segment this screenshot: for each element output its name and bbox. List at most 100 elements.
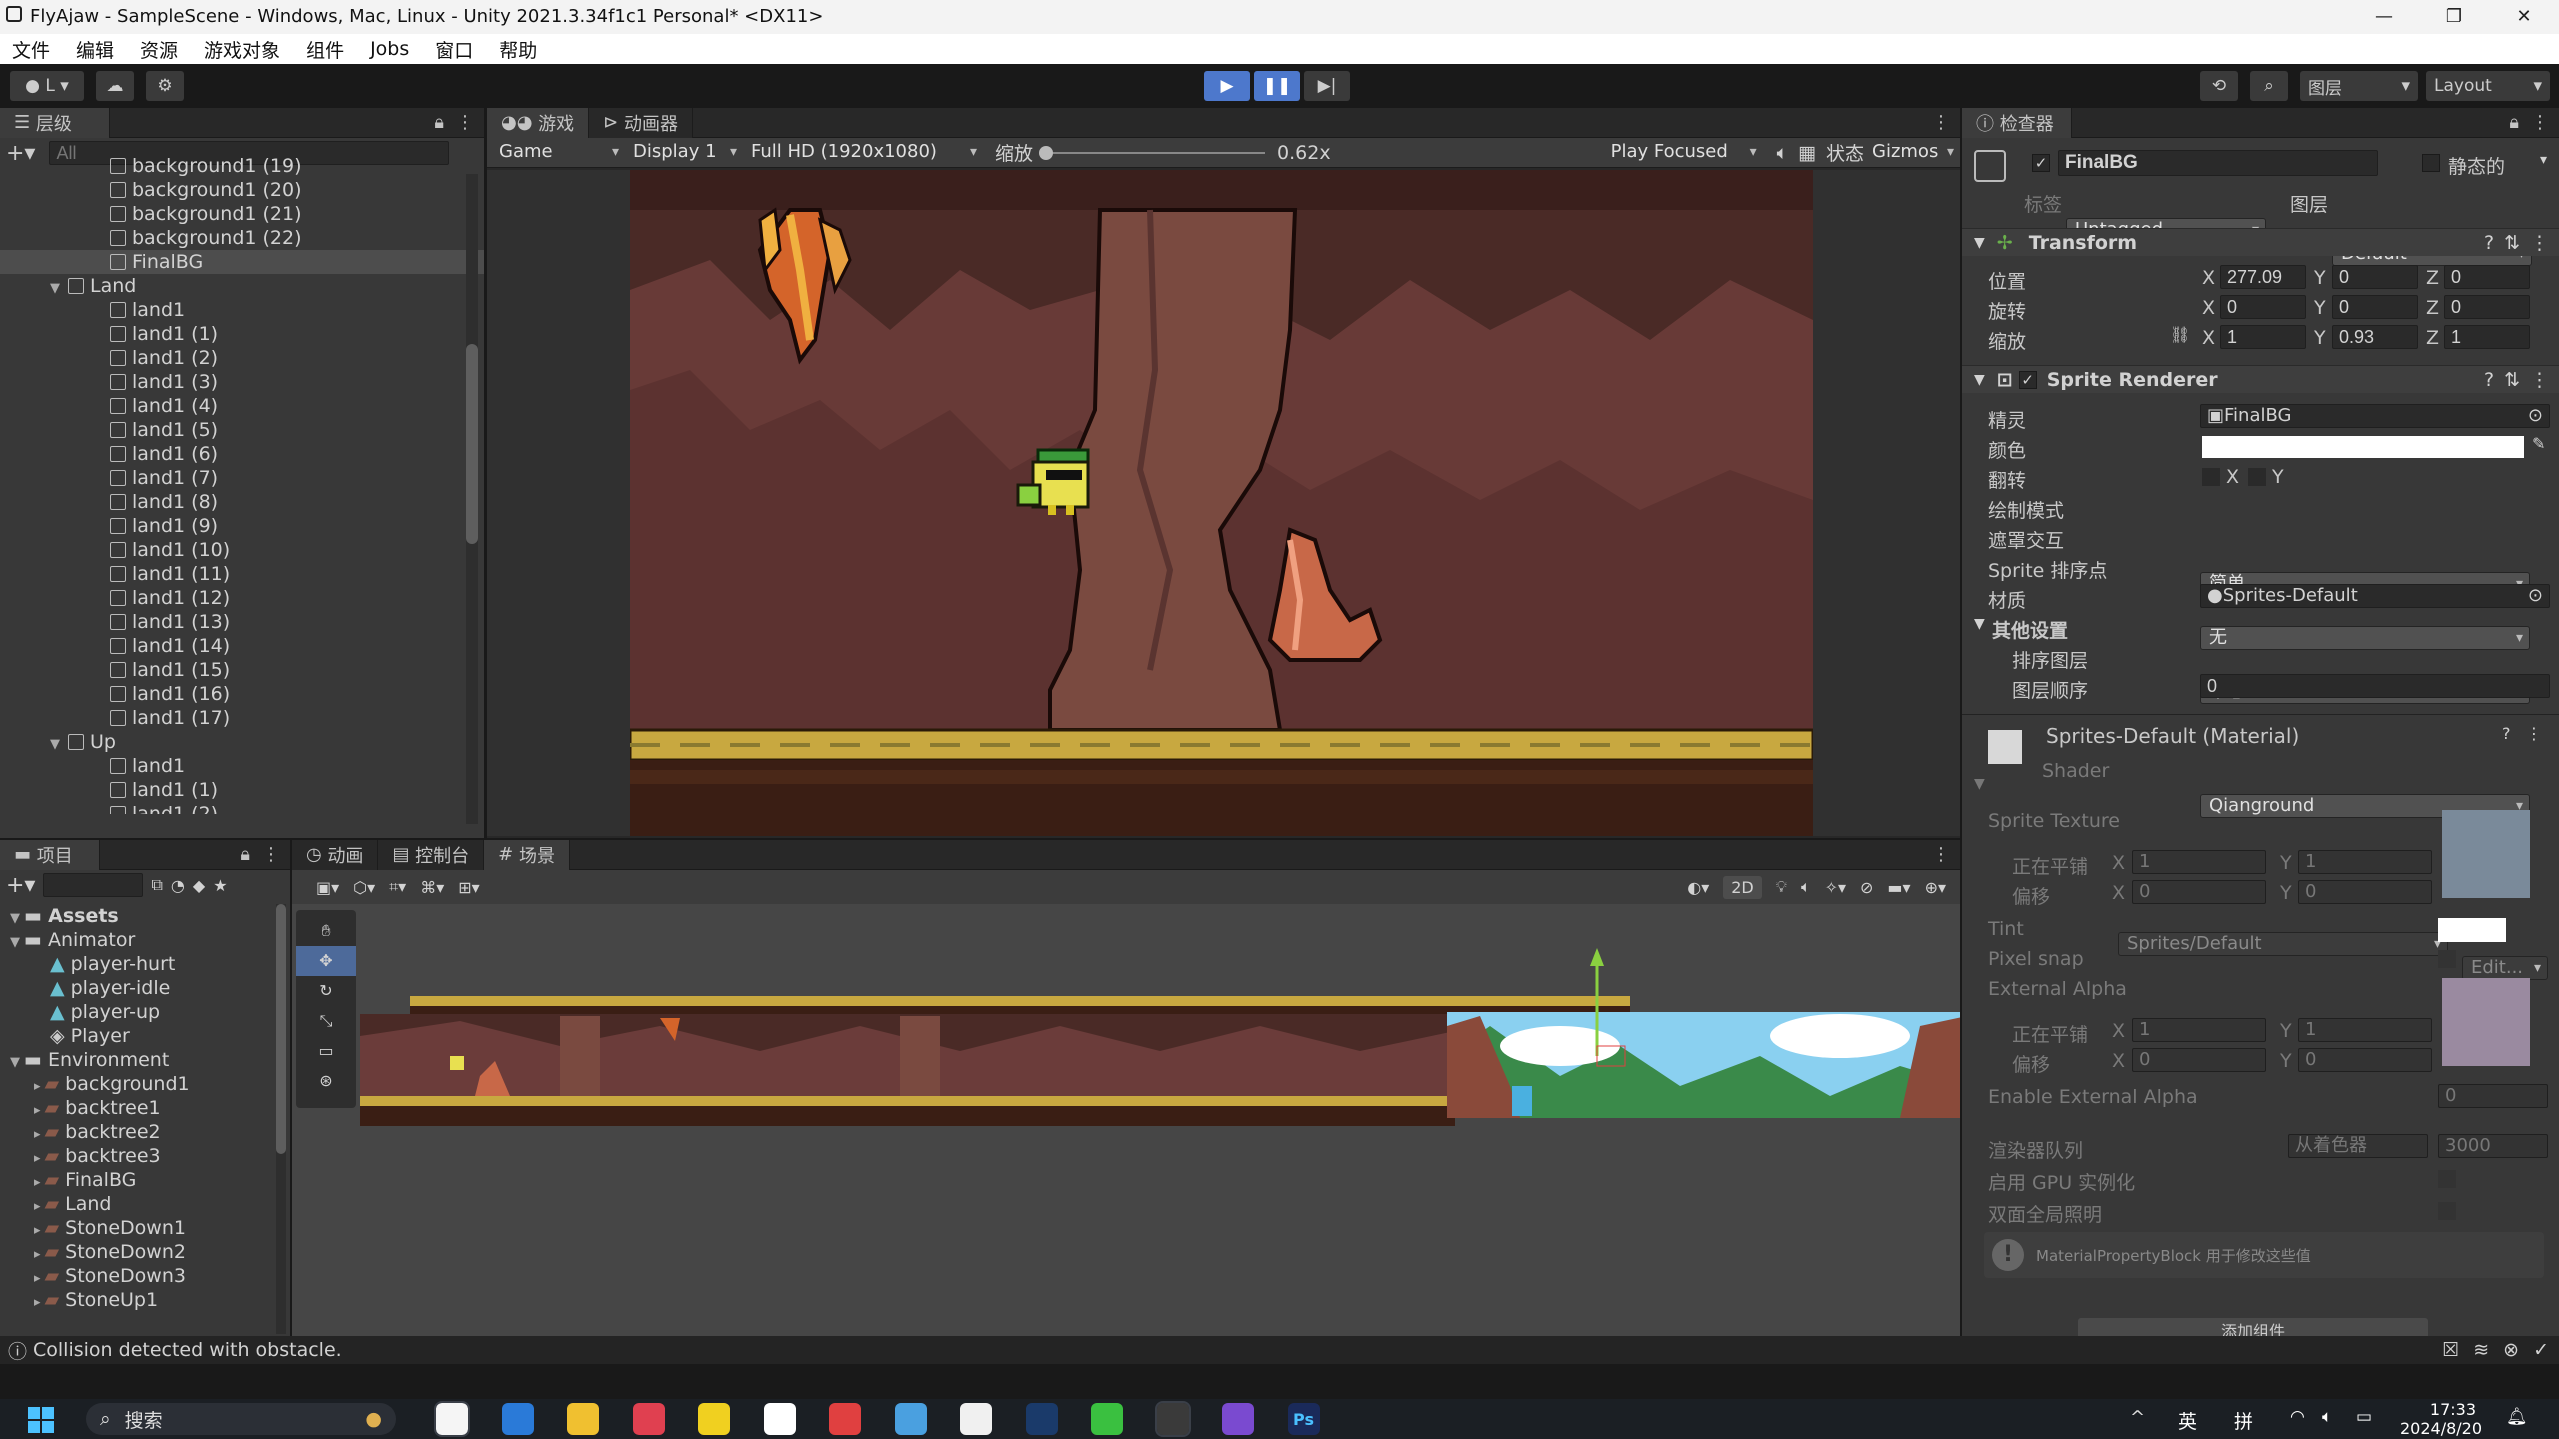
hierarchy-item[interactable]: ▼ Up: [0, 730, 484, 754]
volume-icon[interactable]: 🔈︎: [2322, 1407, 2332, 1427]
chevron-down-icon[interactable]: ▸: [34, 1223, 41, 1238]
file-explorer-icon[interactable]: [567, 1403, 599, 1435]
project-item[interactable]: ▼ ▬ Animator: [0, 928, 290, 952]
hierarchy-item[interactable]: land1: [0, 754, 484, 778]
hierarchy-scrollbar[interactable]: [466, 174, 478, 824]
close-button[interactable]: ✕: [2489, 0, 2559, 34]
hierarchy-item[interactable]: land1 (17): [0, 706, 484, 730]
hierarchy-item[interactable]: land1 (11): [0, 562, 484, 586]
menu-assets[interactable]: 资源: [140, 36, 178, 63]
layout-dropdown[interactable]: Layout ▾: [2426, 71, 2550, 101]
hierarchy-item[interactable]: land1 (2): [0, 346, 484, 370]
taskbar-search[interactable]: ⌕ 搜索 ●: [86, 1403, 396, 1435]
maximize-button[interactable]: ❐: [2419, 0, 2489, 34]
hierarchy-item[interactable]: background1 (21): [0, 202, 484, 226]
render-queue-value-field[interactable]: 3000: [2438, 1134, 2548, 1158]
offset-x-field[interactable]: 0: [2132, 880, 2266, 904]
order-input[interactable]: [2200, 674, 2550, 698]
help-icon[interactable]: ?: [2502, 724, 2511, 743]
scale-y-input[interactable]: [2332, 325, 2418, 349]
hierarchy-item[interactable]: land1 (9): [0, 514, 484, 538]
tab-hierarchy[interactable]: ☰ 层级: [0, 107, 110, 138]
draw-mode-icon[interactable]: ▣▾: [316, 878, 339, 897]
play-focused-dropdown[interactable]: Play Focused: [1602, 140, 1763, 165]
help-icon[interactable]: ?: [2484, 232, 2494, 254]
hierarchy-item[interactable]: land1 (2): [0, 802, 484, 814]
chevron-down-icon[interactable]: ▼: [10, 911, 24, 926]
hierarchy-item[interactable]: land1 (12): [0, 586, 484, 610]
display-dropdown[interactable]: Display 1: [625, 140, 743, 165]
history-button[interactable]: ⟲: [2200, 71, 2238, 101]
hierarchy-item[interactable]: land1 (16): [0, 682, 484, 706]
object-name-input[interactable]: [2058, 150, 2378, 176]
menu-edit[interactable]: 编辑: [76, 36, 114, 63]
flip-y-checkbox[interactable]: [2248, 468, 2266, 486]
tiling-y-field[interactable]: 1: [2298, 850, 2432, 874]
hierarchy-item[interactable]: background1 (19): [0, 154, 484, 178]
lock-icon[interactable]: 🔒︎: [240, 844, 250, 865]
hierarchy-item[interactable]: land1 (5): [0, 418, 484, 442]
photoshop-icon[interactable]: Ps: [1287, 1403, 1320, 1435]
menu-file[interactable]: 文件: [12, 36, 50, 63]
sprite-texture-thumbnail[interactable]: [2442, 810, 2530, 898]
store-icon[interactable]: [501, 1403, 534, 1435]
chevron-down-icon[interactable]: ▼: [10, 935, 20, 950]
chevron-down-icon[interactable]: ▸: [34, 1271, 41, 1286]
lock-icon[interactable]: 🔒︎: [2509, 112, 2519, 133]
project-item[interactable]: ▸ ▰ StoneDown3: [0, 1264, 290, 1288]
add-button[interactable]: +▾: [6, 873, 35, 898]
label-filter-icon[interactable]: ◆: [193, 876, 205, 895]
help-icon[interactable]: ?: [2484, 369, 2494, 391]
slider-thumb[interactable]: [1039, 145, 1054, 160]
static-checkbox[interactable]: [2422, 154, 2440, 172]
step-button[interactable]: ▶|: [1304, 71, 1350, 101]
tiling2-x-field[interactable]: 1: [2132, 1018, 2266, 1042]
hierarchy-item[interactable]: land1 (1): [0, 778, 484, 802]
play-button[interactable]: ▶: [1204, 71, 1250, 101]
project-scrollbar[interactable]: [276, 904, 286, 1334]
git-icon[interactable]: [829, 1403, 861, 1435]
transform-all-tool-icon[interactable]: ⊛: [296, 1066, 356, 1096]
scrollbar-thumb[interactable]: [466, 344, 478, 544]
sprite-renderer-checkbox[interactable]: ✓: [2018, 370, 2037, 389]
game-viewport[interactable]: [487, 170, 1960, 836]
hierarchy-item[interactable]: ▼ Land: [0, 274, 484, 298]
project-root[interactable]: ▼ ▬ Assets: [0, 904, 290, 928]
effects-icon[interactable]: ✧▾: [1825, 878, 1846, 897]
menu-component[interactable]: 组件: [306, 36, 344, 63]
project-item[interactable]: ▲ player-up: [0, 1000, 290, 1024]
chevron-down-icon[interactable]: ▸: [34, 1103, 41, 1118]
hierarchy-item[interactable]: land1 (10): [0, 538, 484, 562]
rotation-x-input[interactable]: [2220, 295, 2306, 319]
audio-icon[interactable]: 🔈︎: [1801, 877, 1811, 897]
debug-icon[interactable]: ☒: [2442, 1339, 2459, 1361]
preset-icon[interactable]: ⇅: [2504, 369, 2520, 391]
flip-x-checkbox[interactable]: [2202, 468, 2220, 486]
chevron-down-icon[interactable]: ▾: [2540, 152, 2547, 168]
scale-x-input[interactable]: [2220, 325, 2306, 349]
project-item[interactable]: ▸ ▰ backtree2: [0, 1120, 290, 1144]
steam-icon[interactable]: [1025, 1403, 1058, 1435]
snap-icon[interactable]: ⌘▾: [420, 878, 444, 897]
hierarchy-item[interactable]: FinalBG: [0, 250, 484, 274]
position-x-input[interactable]: [2220, 265, 2306, 289]
type-filter-icon[interactable]: ◔: [171, 876, 185, 895]
notification-icon[interactable]: 🔔︎: [2506, 1407, 2528, 1427]
qq-icon[interactable]: [434, 1401, 470, 1437]
offset-y-field[interactable]: 0: [2298, 880, 2432, 904]
offset2-y-field[interactable]: 0: [2298, 1048, 2432, 1072]
project-item[interactable]: ▸ ▰ backtree3: [0, 1144, 290, 1168]
edit-shader-button[interactable]: Edit...: [2462, 956, 2548, 980]
ime-mode[interactable]: 拼: [2234, 1407, 2253, 1434]
project-item[interactable]: ▲ player-hurt: [0, 952, 290, 976]
resolution-dropdown[interactable]: Full HD (1920x1080): [743, 140, 983, 165]
project-item[interactable]: ▸ ▰ FinalBG: [0, 1168, 290, 1192]
rotate-tool-icon[interactable]: ↻: [296, 976, 356, 1006]
hierarchy-item[interactable]: background1 (22): [0, 226, 484, 250]
mute-icon[interactable]: 🔈︎: [1777, 142, 1788, 164]
account-button[interactable]: ● L ▾: [10, 71, 84, 101]
tab-animator[interactable]: ⊳ 动画器: [589, 107, 693, 138]
gizmos-dropdown[interactable]: Gizmos: [1864, 140, 1960, 165]
constrain-proportions-icon[interactable]: ⛓: [2170, 325, 2190, 344]
tab-animation[interactable]: ◷ 动画: [292, 839, 379, 870]
